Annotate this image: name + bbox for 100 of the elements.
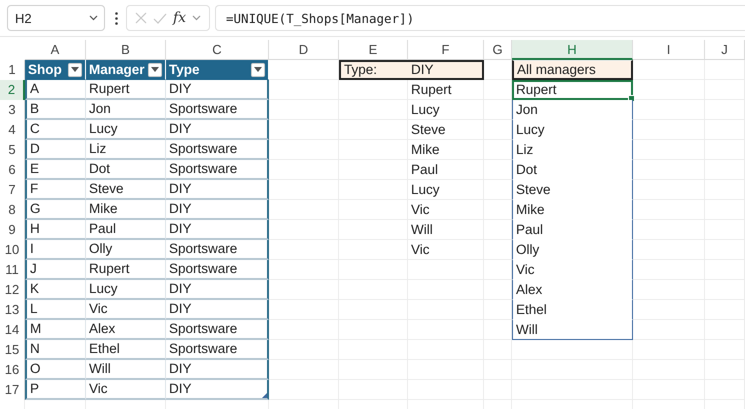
table-cell: Lucy <box>86 120 166 140</box>
table-cell: DIY <box>166 360 269 380</box>
table-cell: L <box>25 300 86 320</box>
row-header[interactable]: 1 <box>0 60 25 80</box>
table-cell: DIY <box>166 120 269 140</box>
row-header[interactable]: 6 <box>0 160 25 180</box>
cell: Olly <box>512 240 633 260</box>
cell: Vic <box>512 260 633 280</box>
row-header[interactable]: 5 <box>0 140 25 160</box>
table-cell: DIY <box>166 220 269 240</box>
table-cell: Dot <box>86 160 166 180</box>
row-header[interactable]: 11 <box>0 260 25 280</box>
cell: Alex <box>512 280 633 300</box>
column-header[interactable]: E <box>339 40 408 60</box>
table-cell: Liz <box>86 140 166 160</box>
table-cell: Sportsware <box>166 320 269 340</box>
column-header[interactable]: I <box>633 40 705 60</box>
cell: Liz <box>512 140 633 160</box>
insert-function-button[interactable]: fx <box>173 10 186 26</box>
header-label: Type <box>169 60 200 79</box>
table-cell: F <box>25 180 86 200</box>
table-cell: Rupert <box>86 260 166 280</box>
table-cell: Ethel <box>86 340 166 360</box>
cell: Dot <box>512 160 633 180</box>
column-header[interactable]: G <box>484 40 512 60</box>
table-cell: Sportsware <box>166 340 269 360</box>
table-cell: Jon <box>86 100 166 120</box>
row-header[interactable]: 4 <box>0 120 25 140</box>
table-cell: DIY <box>166 380 269 400</box>
table-cell: Lucy <box>86 280 166 300</box>
table-cell: Mike <box>86 200 166 220</box>
table-cell: Rupert <box>86 80 166 100</box>
table-cell: N <box>25 340 86 360</box>
table-cell: DIY <box>166 200 269 220</box>
header-label: Manager <box>89 60 145 79</box>
table-cell: DIY <box>166 280 269 300</box>
table-cell: P <box>25 380 86 400</box>
cell: Will <box>512 320 633 340</box>
table-cell: A <box>25 80 86 100</box>
row-header[interactable]: 15 <box>0 340 25 360</box>
row-header[interactable]: 8 <box>0 200 25 220</box>
row-header[interactable]: 12 <box>0 280 25 300</box>
table-cell: E <box>25 160 86 180</box>
cell: Mike <box>512 200 633 220</box>
resize-handle-icon[interactable] <box>262 393 267 398</box>
column-header[interactable]: H <box>512 40 633 60</box>
row-header[interactable]: 10 <box>0 240 25 260</box>
table-cell: Vic <box>86 300 166 320</box>
table-cell: Sportsware <box>166 100 269 120</box>
column-header[interactable]: C <box>166 40 269 60</box>
column-header[interactable]: D <box>269 40 339 60</box>
column-header[interactable]: F <box>408 40 484 60</box>
row-header[interactable]: 2 <box>0 80 25 100</box>
row-header[interactable]: 13 <box>0 300 25 320</box>
table-cell: H <box>25 220 86 240</box>
dropdown-arrow-icon <box>151 67 159 72</box>
header-label: Shop <box>28 60 62 79</box>
dropdown-arrow-icon <box>71 67 79 72</box>
cell: Jon <box>512 100 633 120</box>
row-header[interactable]: 14 <box>0 320 25 340</box>
table-cell: Steve <box>86 180 166 200</box>
row-header[interactable]: 9 <box>0 220 25 240</box>
cell: Lucy <box>512 120 633 140</box>
formula-field[interactable]: =UNIQUE(T_Shops[Manager]) <box>215 5 745 31</box>
table-cell: Sportsware <box>166 160 269 180</box>
table-cell: DIY <box>166 180 269 200</box>
column-header[interactable]: B <box>86 40 166 60</box>
filter-value-cell: DIY <box>408 60 484 80</box>
table-cell: DIY <box>166 80 269 100</box>
table-cell: K <box>25 280 86 300</box>
table-cell: Vic <box>86 380 166 400</box>
filter-button[interactable] <box>148 62 162 76</box>
row-header[interactable]: 3 <box>0 100 25 120</box>
table-cell: Paul <box>86 220 166 240</box>
table-cell: B <box>25 100 86 120</box>
table-cell: Sportsware <box>166 240 269 260</box>
filter-button[interactable] <box>251 62 265 76</box>
row-header[interactable]: 16 <box>0 360 25 380</box>
cell: Steve <box>512 180 633 200</box>
caret-icon <box>89 15 98 21</box>
row-header[interactable]: 7 <box>0 180 25 200</box>
table-cell: D <box>25 140 86 160</box>
table-cell: O <box>25 360 86 380</box>
filter-button[interactable] <box>68 62 82 76</box>
name-box[interactable]: H2 <box>7 5 105 31</box>
column-header[interactable]: A <box>25 40 86 60</box>
column-header[interactable]: J <box>705 40 745 60</box>
table-cell: Will <box>86 360 166 380</box>
table-cell: J <box>25 260 86 280</box>
row-header[interactable]: 17 <box>0 380 25 400</box>
table-cell: C <box>25 120 86 140</box>
cell: Paul <box>512 220 633 240</box>
table-cell: Sportsware <box>166 140 269 160</box>
table-cell: M <box>25 320 86 340</box>
table-cell: DIY <box>166 300 269 320</box>
more-options-icon[interactable] <box>115 12 118 24</box>
header-cell: All managers <box>512 60 633 80</box>
dropdown-arrow-icon <box>254 67 262 72</box>
table-cell: Sportsware <box>166 260 269 280</box>
table-cell: I <box>25 240 86 260</box>
